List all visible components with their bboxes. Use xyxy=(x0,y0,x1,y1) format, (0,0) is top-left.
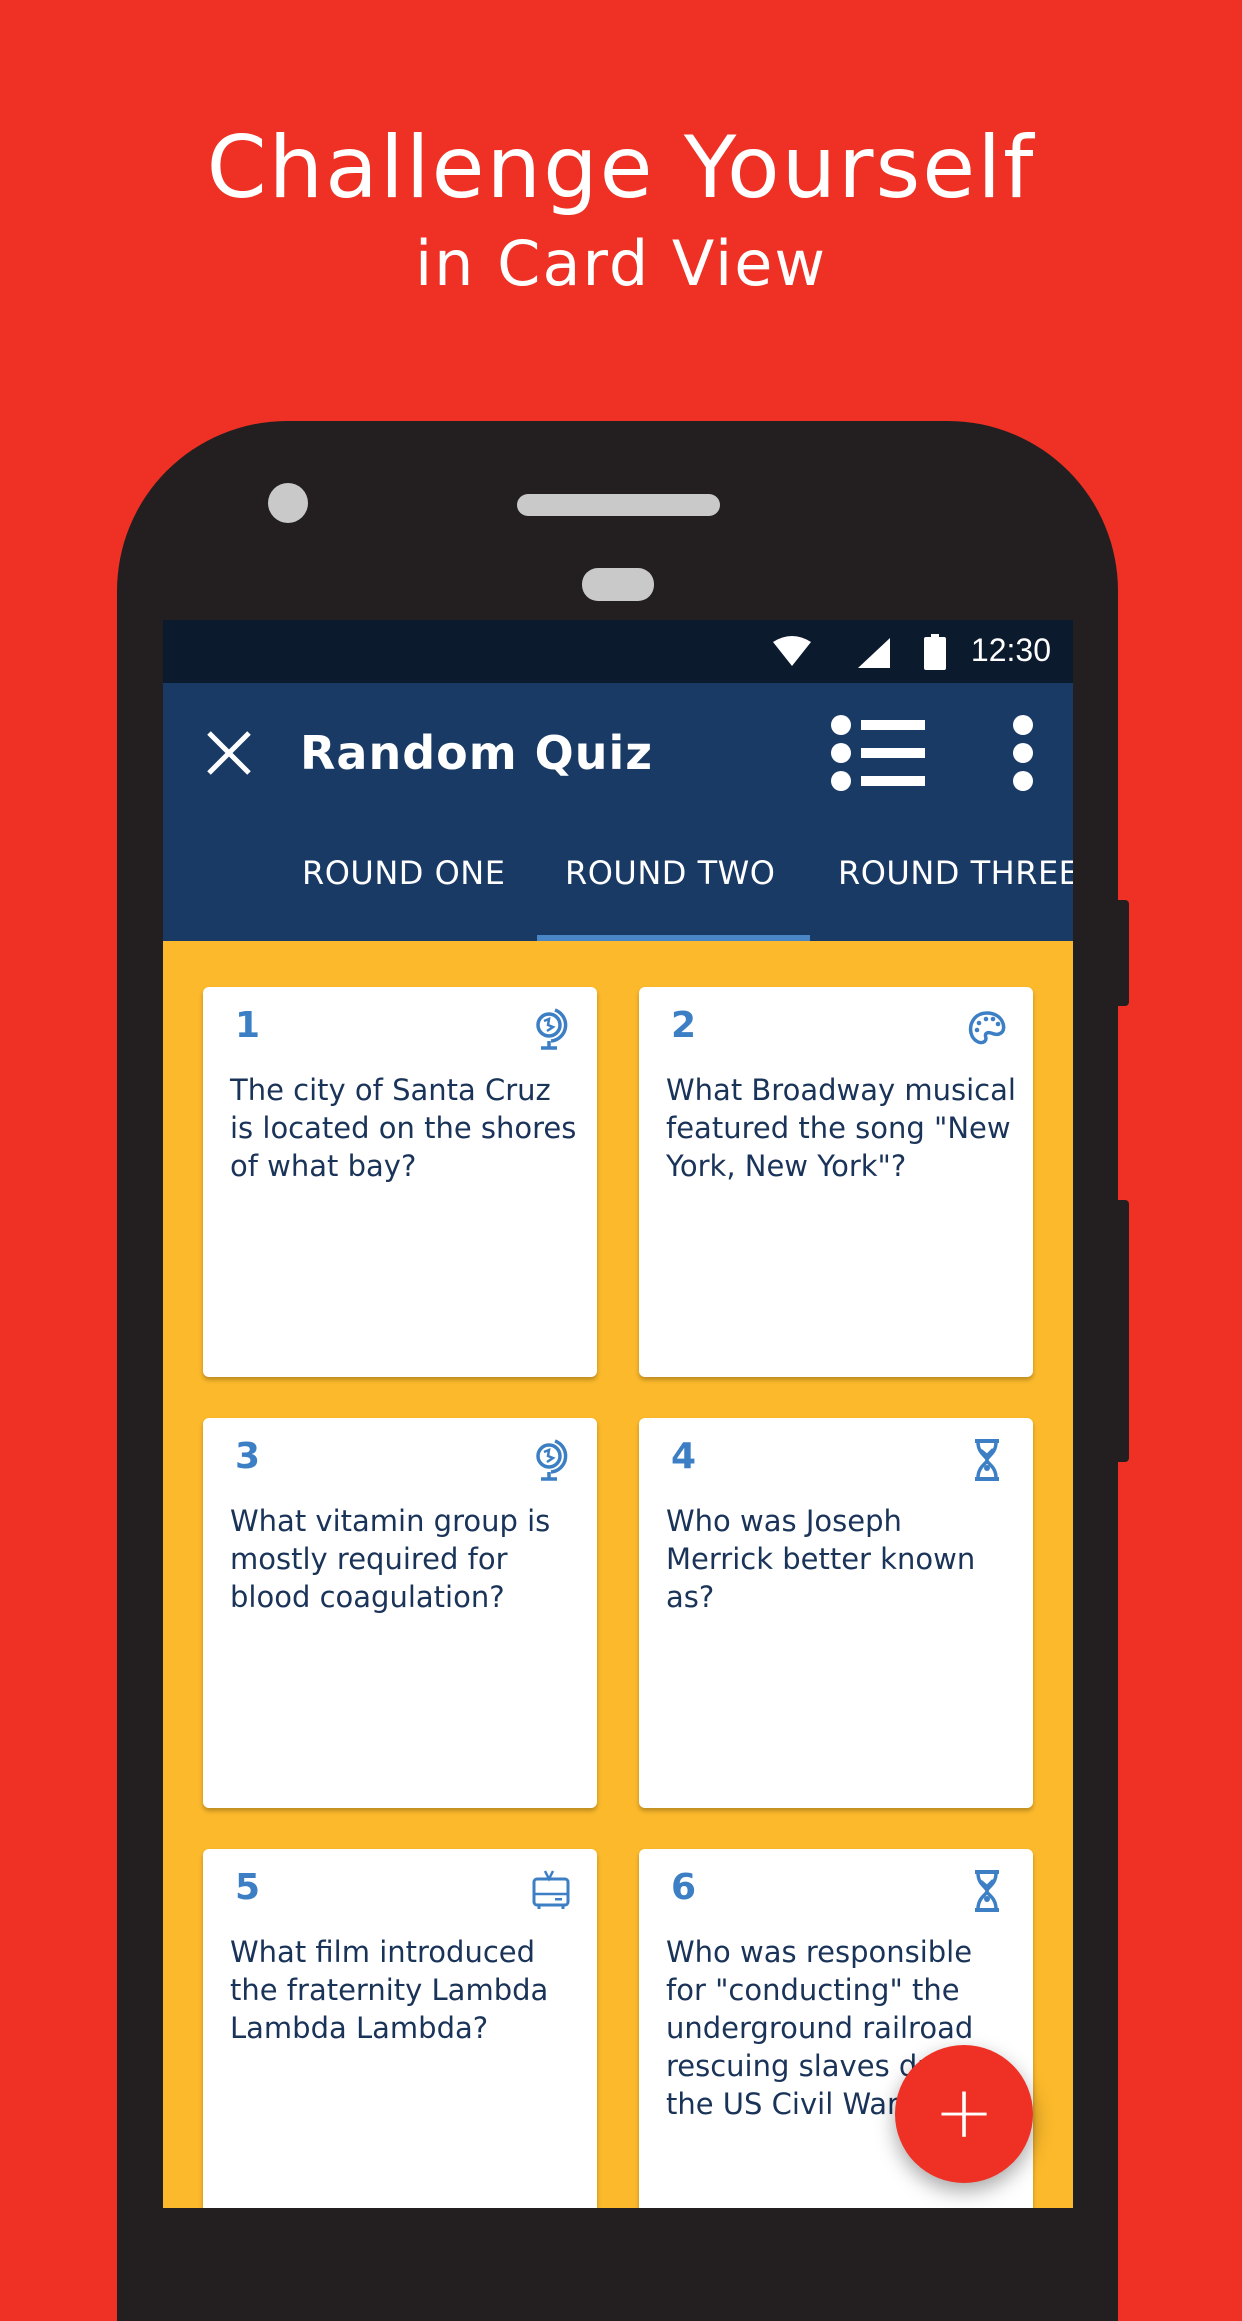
question-card[interactable]: 4 Who was Joseph Merrick better known as… xyxy=(639,1418,1033,1808)
wifi-icon xyxy=(773,636,811,666)
card-number: 4 xyxy=(671,1436,697,1477)
phone-speaker xyxy=(517,494,720,516)
question-card[interactable]: 1 The city of Santa Cruz is located on t… xyxy=(203,987,597,1377)
tab-indicator xyxy=(537,935,810,941)
tab-round-two[interactable]: ROUND TWO xyxy=(565,853,775,893)
card-number: 6 xyxy=(671,1867,697,1908)
palette-icon xyxy=(968,1011,1006,1045)
card-question: What Broadway musical featured the song … xyxy=(666,1073,1016,1183)
globe-icon xyxy=(536,1439,568,1481)
card-number: 3 xyxy=(235,1436,261,1477)
card-question: The city of Santa Cruz is located on the… xyxy=(230,1073,577,1183)
tv-icon xyxy=(532,1870,570,1909)
close-button[interactable] xyxy=(199,723,259,783)
card-question: What vitamin group is mostly required fo… xyxy=(230,1504,551,1614)
battery-icon xyxy=(924,634,946,670)
globe-icon xyxy=(536,1008,568,1050)
card-number: 5 xyxy=(235,1867,261,1908)
app-title: Random Quiz xyxy=(300,726,654,780)
card-number: 2 xyxy=(671,1005,697,1046)
status-bar: 12:30 xyxy=(163,620,1073,683)
more-options-button[interactable] xyxy=(1003,713,1043,793)
question-card[interactable]: 5 What film introduced the fraternity La… xyxy=(203,1849,597,2208)
card-question: What film introduced the fraternity Lamb… xyxy=(230,1935,549,2045)
cellular-signal-icon xyxy=(858,638,890,668)
promo-title: Challenge Yourself xyxy=(206,118,1036,218)
app-bar: Random Quiz ROUND ONE ROUND TWO ROUND TH… xyxy=(163,683,1073,941)
phone-side-button-bottom xyxy=(1115,1200,1129,1462)
question-card[interactable]: 3 What vitamin group is mostly required … xyxy=(203,1418,597,1808)
phone-side-button-top xyxy=(1115,900,1129,1006)
list-view-icon xyxy=(831,715,925,791)
phone-sensor xyxy=(582,568,654,601)
card-question: Who was Joseph Merrick better known as? xyxy=(666,1504,976,1614)
tab-round-one[interactable]: ROUND ONE xyxy=(302,853,505,893)
add-fab[interactable]: + xyxy=(895,2045,1033,2183)
question-card[interactable]: 2 What Broadway musical featured the son… xyxy=(639,987,1033,1377)
hourglass-icon xyxy=(975,1439,999,1481)
list-view-button[interactable] xyxy=(831,713,931,793)
tab-round-three[interactable]: ROUND THREE xyxy=(838,853,1073,893)
add-icon: + xyxy=(933,2070,995,2154)
promo-subtitle: in Card View xyxy=(414,227,828,300)
phone-screen: 12:30 Random Quiz ROUND ONE ROUND TWO RO… xyxy=(163,620,1073,2208)
phone-camera xyxy=(268,483,308,523)
close-icon xyxy=(207,731,251,775)
status-time: 12:30 xyxy=(970,632,1051,668)
more-vert-icon xyxy=(1013,715,1033,791)
card-number: 1 xyxy=(235,1005,261,1046)
hourglass-icon xyxy=(975,1870,999,1912)
